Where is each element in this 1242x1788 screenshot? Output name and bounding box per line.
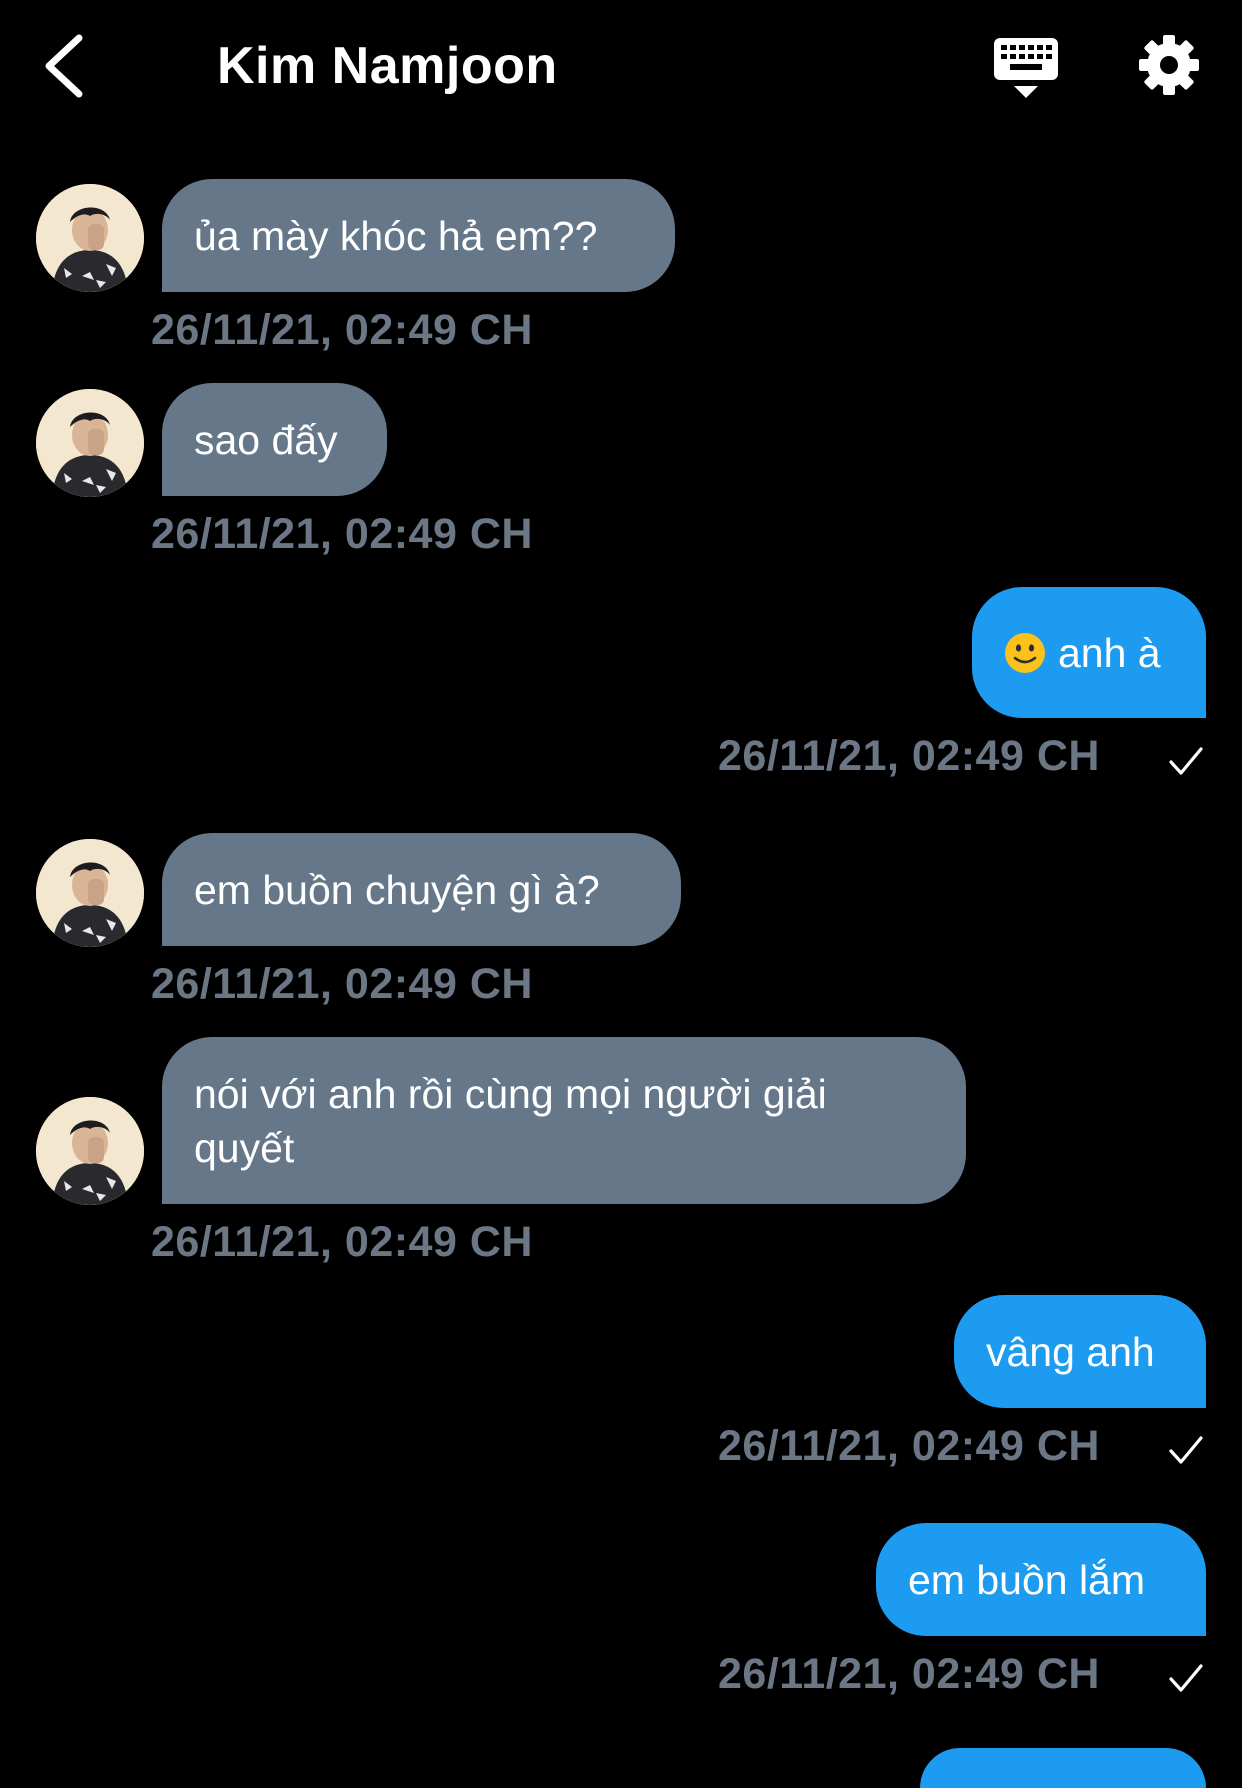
message-timestamp: 26/11/21, 02:49 CH [718, 1422, 1100, 1470]
message-timestamp: 26/11/21, 02:49 CH [151, 306, 533, 354]
message-timestamp: 26/11/21, 02:49 CH [151, 1218, 533, 1266]
message-text: em buồn chuyện gì à? [194, 866, 600, 913]
incoming-message-bubble[interactable]: em buồn chuyện gì à? [162, 833, 681, 946]
message-timestamp: 26/11/21, 02:49 CH [151, 510, 533, 558]
gear-icon [1139, 35, 1199, 95]
slightly-smiling-face-emoji [1005, 632, 1045, 673]
keyboard-button[interactable] [990, 34, 1062, 102]
message-text: anh à [1058, 629, 1161, 676]
message-text: ủa mày khóc hả em?? [194, 212, 598, 259]
avatar-image [36, 389, 144, 497]
contact-avatar[interactable] [36, 1097, 144, 1205]
contact-name: Kim Namjoon [217, 37, 558, 95]
message-text: sao đấy [194, 416, 338, 463]
outgoing-message-bubble[interactable]: anh à [972, 587, 1206, 718]
message-timestamp: 26/11/21, 02:49 CH [151, 960, 533, 1008]
outgoing-message-bubble[interactable]: em buồn lắm [876, 1523, 1206, 1636]
contact-avatar[interactable] [36, 839, 144, 947]
checkmark-icon [1169, 1664, 1203, 1692]
avatar-image [36, 184, 144, 292]
outgoing-message-bubble[interactable]: vâng anh [954, 1295, 1206, 1408]
contact-avatar[interactable] [36, 184, 144, 292]
avatar-image [36, 1097, 144, 1205]
message-text: nói với anh rồi cùng mọi người giải quyế… [194, 1070, 827, 1171]
message-text: em buồn lắm [908, 1556, 1146, 1603]
incoming-message-bubble[interactable]: ủa mày khóc hả em?? [162, 179, 675, 292]
message-timestamp: 26/11/21, 02:49 CH [718, 1650, 1100, 1698]
message-text: vâng anh [986, 1328, 1155, 1375]
chat-header: Kim Namjoon [0, 0, 1242, 135]
back-button[interactable] [34, 30, 104, 100]
chevron-left-icon [45, 34, 83, 98]
keyboard-icon [994, 38, 1058, 98]
message-timestamp: 26/11/21, 02:49 CH [718, 732, 1100, 780]
outgoing-message-bubble-partial [920, 1748, 1206, 1788]
contact-avatar[interactable] [36, 389, 144, 497]
settings-button[interactable] [1137, 33, 1201, 97]
avatar-image [36, 839, 144, 947]
incoming-message-bubble[interactable]: sao đấy [162, 383, 387, 496]
checkmark-icon [1169, 1436, 1203, 1464]
incoming-message-bubble[interactable]: nói với anh rồi cùng mọi người giải quyế… [162, 1037, 966, 1204]
checkmark-icon [1169, 747, 1203, 775]
